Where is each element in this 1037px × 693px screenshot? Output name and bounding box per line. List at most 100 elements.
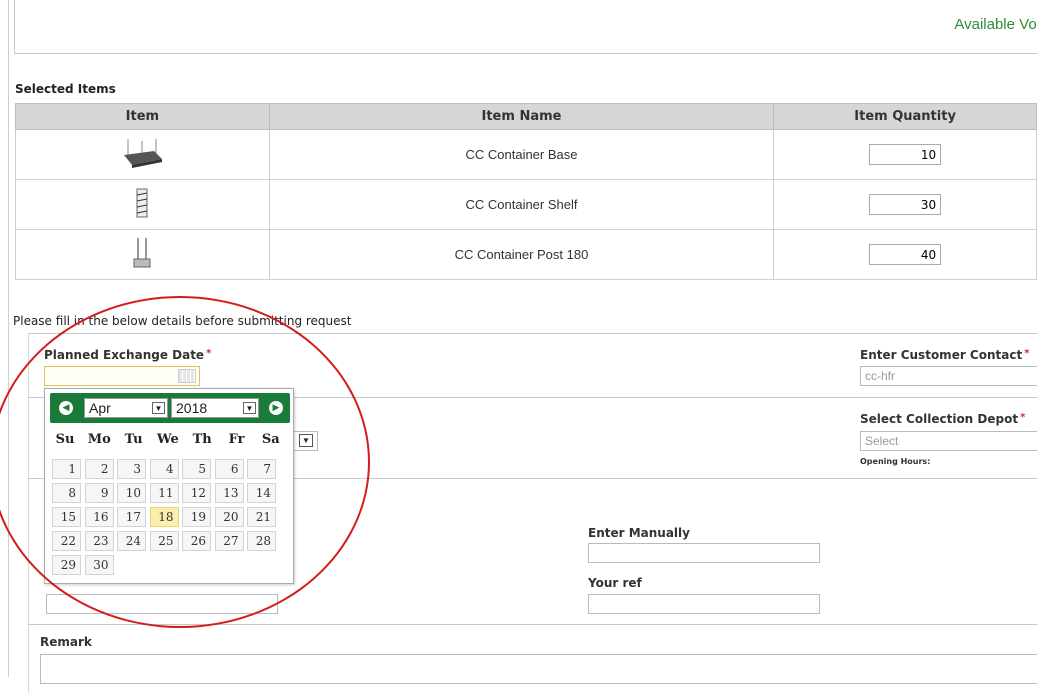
calendar-day[interactable]: 4 bbox=[149, 459, 179, 479]
calendar-day[interactable]: 25 bbox=[149, 531, 179, 551]
item-quantity-cell bbox=[773, 229, 1037, 280]
calendar-day[interactable]: 24 bbox=[117, 531, 146, 551]
planned-exchange-date-label: Planned Exchange Date * bbox=[44, 348, 211, 362]
year-select[interactable]: 2018 ▼ bbox=[171, 398, 259, 418]
calendar-day[interactable]: 22 bbox=[52, 531, 81, 551]
item-name-cell: CC Container Post 180 bbox=[268, 229, 775, 280]
calendar-day[interactable]: 14 bbox=[247, 483, 276, 503]
top-panel: Available Vol bbox=[14, 0, 1037, 54]
enter-manually-label: Enter Manually bbox=[588, 526, 690, 540]
column-header-item: Item bbox=[15, 103, 270, 130]
calendar-day[interactable]: 13 bbox=[214, 483, 244, 503]
chevron-down-icon: ▼ bbox=[299, 434, 313, 447]
item-name-cell: CC Container Shelf bbox=[268, 179, 775, 230]
date-picker-header: ◀ Apr ▼ 2018 ▼ ▶ bbox=[50, 393, 290, 423]
column-header-item-name: Item Name bbox=[268, 103, 775, 130]
prev-arrow-icon[interactable]: ◀ bbox=[59, 401, 73, 415]
calendar-day[interactable]: 29 bbox=[52, 555, 81, 575]
planned-exchange-date-input[interactable] bbox=[44, 366, 200, 386]
item-image-cell bbox=[15, 179, 270, 230]
selected-items-title: Selected Items bbox=[15, 82, 116, 96]
remark-label: Remark bbox=[40, 635, 92, 649]
planned-exchange-date-text: Planned Exchange Date bbox=[44, 348, 205, 362]
collection-depot-select[interactable]: Select bbox=[860, 431, 1037, 451]
table-row: CC Container Post 180 bbox=[15, 229, 1037, 280]
table-row: CC Container Shelf bbox=[15, 179, 1037, 230]
customer-contact-input[interactable]: cc-hfr bbox=[860, 366, 1037, 386]
calendar-day[interactable]: 1 bbox=[52, 459, 81, 479]
calendar-day[interactable]: 16 bbox=[84, 507, 114, 527]
calendar-day[interactable]: 9 bbox=[84, 483, 114, 503]
calendar-day[interactable]: 27 bbox=[214, 531, 244, 551]
required-marker: * bbox=[1024, 348, 1030, 359]
weekday-label: Th bbox=[192, 432, 212, 447]
weekday-label: We bbox=[156, 432, 179, 447]
calendar-day[interactable]: 11 bbox=[149, 483, 179, 503]
month-value: Apr bbox=[89, 400, 111, 416]
weekday-label: Fr bbox=[228, 432, 245, 447]
table-row: CC Container Base bbox=[15, 129, 1037, 180]
your-ref-label: Your ref bbox=[588, 576, 642, 590]
quantity-input[interactable] bbox=[869, 194, 942, 215]
enter-manually-input[interactable] bbox=[588, 543, 820, 563]
calendar-day[interactable]: 21 bbox=[247, 507, 276, 527]
weekday-label: Sa bbox=[261, 432, 280, 447]
item-image-cell bbox=[15, 229, 270, 280]
customer-contact-text: Enter Customer Contact bbox=[860, 348, 1023, 362]
calendar-day[interactable]: 2 bbox=[84, 459, 114, 479]
calendar-day[interactable]: 12 bbox=[182, 483, 211, 503]
chevron-down-icon: ▼ bbox=[243, 402, 256, 414]
calendar-day[interactable]: 30 bbox=[84, 555, 114, 575]
left-border-line bbox=[8, 0, 9, 677]
quantity-input[interactable] bbox=[869, 244, 942, 265]
your-ref-input[interactable] bbox=[588, 594, 820, 614]
item-image-cell bbox=[15, 129, 270, 180]
year-value: 2018 bbox=[176, 400, 208, 416]
collection-depot-label: Select Collection Depot * bbox=[860, 412, 1025, 426]
calendar-day[interactable]: 6 bbox=[214, 459, 244, 479]
weekday-label: Su bbox=[55, 432, 75, 447]
calendar-icon[interactable] bbox=[178, 369, 196, 383]
calendar-day-today[interactable]: 18 bbox=[149, 507, 179, 527]
weekday-label: Mo bbox=[87, 432, 111, 447]
hidden-select-dropdown[interactable]: ▼ bbox=[290, 431, 318, 451]
month-select[interactable]: Apr ▼ bbox=[84, 398, 168, 418]
calendar-day[interactable]: 10 bbox=[117, 483, 146, 503]
calendar-day[interactable]: 15 bbox=[52, 507, 81, 527]
calendar-day[interactable]: 5 bbox=[182, 459, 211, 479]
table-header-row: Item Item Name Item Quantity bbox=[15, 103, 1037, 130]
available-volume-label: Available Vol bbox=[954, 16, 1037, 33]
calendar-day[interactable]: 17 bbox=[117, 507, 146, 527]
customer-contact-label: Enter Customer Contact * bbox=[860, 348, 1029, 362]
calendar-day[interactable]: 23 bbox=[84, 531, 114, 551]
weekday-label: Tu bbox=[124, 432, 143, 447]
opening-hours-label: Opening Hours: bbox=[860, 457, 931, 466]
required-marker: * bbox=[1020, 412, 1026, 423]
instruction-note: Please fill in the below details before … bbox=[13, 314, 352, 328]
item-quantity-cell bbox=[773, 129, 1037, 180]
date-picker-popup: ◀ Apr ▼ 2018 ▼ ▶ Su Mo Tu We Th Fr Sa 12345678… bbox=[44, 388, 294, 584]
calendar-day[interactable]: 3 bbox=[117, 459, 146, 479]
selected-items-table: Item Item Name Item Quantity CC Containe… bbox=[15, 103, 1037, 280]
cc-container-shelf-image bbox=[120, 187, 164, 219]
item-quantity-cell bbox=[773, 179, 1037, 230]
calendar-day[interactable]: 20 bbox=[214, 507, 244, 527]
cc-container-base-image bbox=[120, 137, 164, 169]
calendar-day[interactable]: 26 bbox=[182, 531, 211, 551]
chevron-down-icon: ▼ bbox=[152, 402, 165, 414]
weekday-header: Su Mo Tu We Th Fr Sa bbox=[50, 432, 290, 452]
form-divider bbox=[28, 624, 1037, 625]
collection-depot-text: Select Collection Depot bbox=[860, 412, 1019, 426]
quantity-input[interactable] bbox=[869, 144, 942, 165]
item-name-cell: CC Container Base bbox=[268, 129, 775, 180]
calendar-day[interactable]: 8 bbox=[52, 483, 81, 503]
calendar-day[interactable]: 28 bbox=[247, 531, 276, 551]
next-arrow-icon[interactable]: ▶ bbox=[269, 401, 283, 415]
column-header-item-quantity: Item Quantity bbox=[773, 103, 1037, 130]
left-text-input[interactable] bbox=[46, 594, 278, 614]
cc-container-post-image bbox=[120, 237, 164, 269]
required-marker: * bbox=[206, 348, 212, 359]
remark-textarea[interactable] bbox=[40, 654, 1037, 684]
calendar-day[interactable]: 7 bbox=[247, 459, 276, 479]
calendar-day[interactable]: 19 bbox=[182, 507, 211, 527]
